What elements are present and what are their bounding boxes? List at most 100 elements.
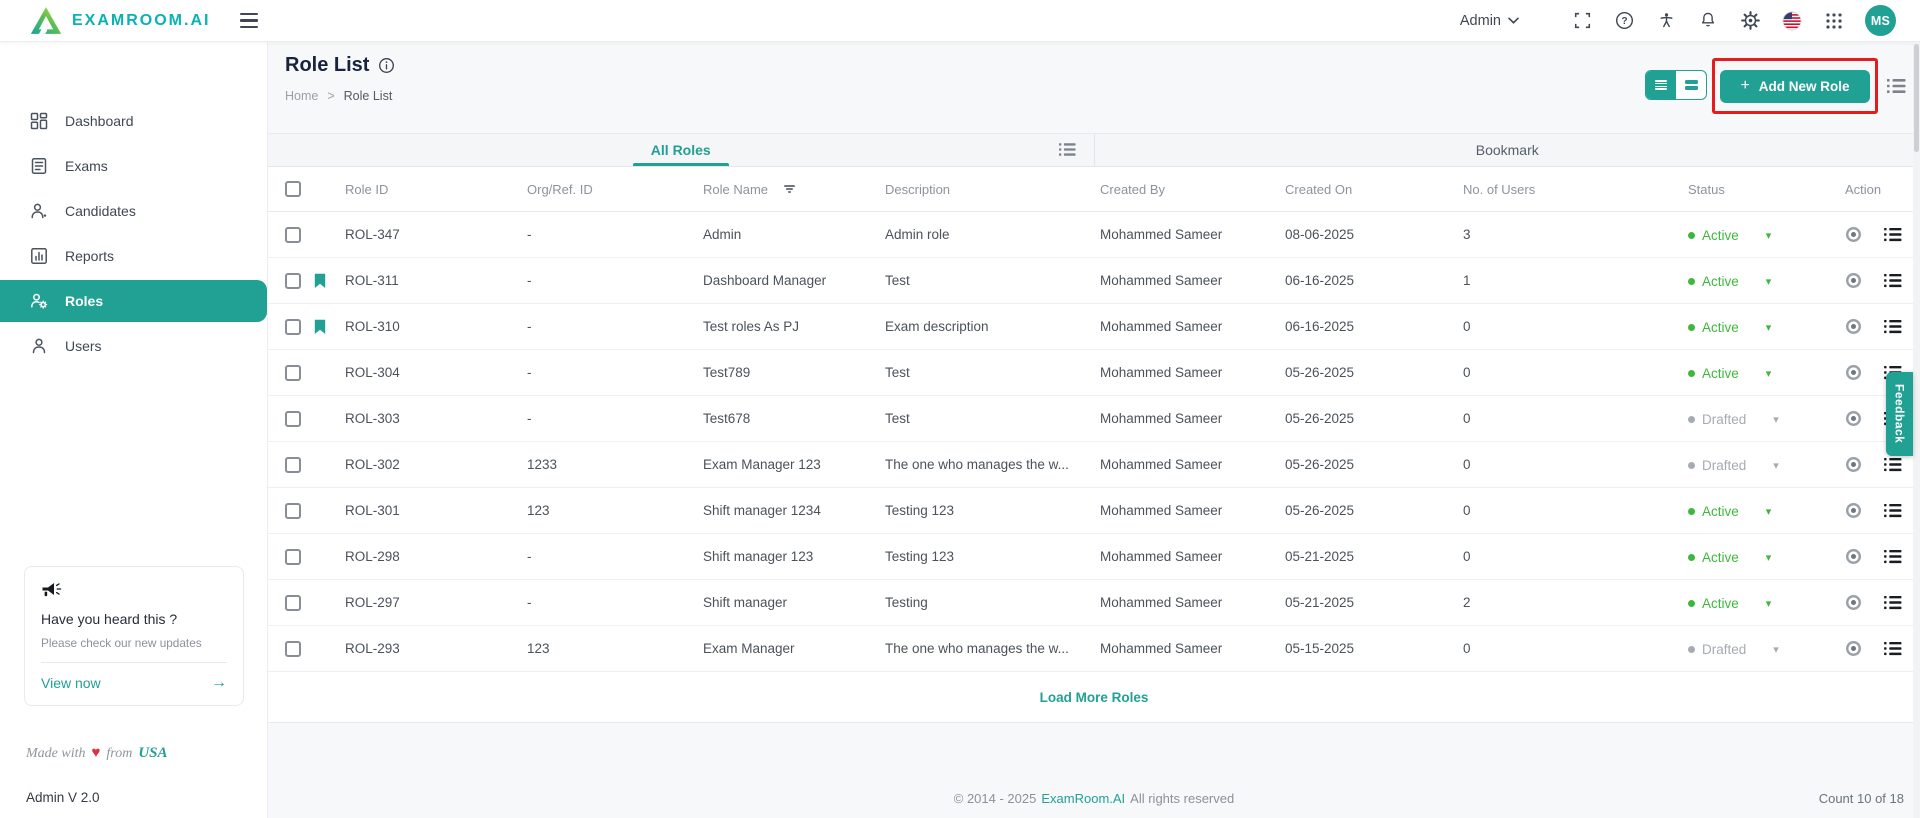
plus-icon: + — [1740, 77, 1750, 94]
row-checkbox[interactable] — [285, 226, 301, 243]
view-icon[interactable] — [1845, 548, 1862, 565]
breadcrumb-home[interactable]: Home — [285, 89, 318, 103]
bell-icon[interactable] — [1697, 10, 1719, 32]
avatar[interactable]: MS — [1865, 5, 1896, 36]
row-menu-icon[interactable] — [1884, 595, 1902, 610]
bookmark-icon — [313, 319, 345, 335]
cell-description: Admin role — [885, 227, 950, 242]
view-now-link[interactable]: View now — [41, 675, 101, 691]
status-dropdown-arrow[interactable]: ▾ — [1773, 459, 1779, 472]
accessibility-icon[interactable] — [1655, 10, 1677, 32]
cell-users: 0 — [1463, 457, 1471, 472]
row-checkbox[interactable] — [285, 594, 301, 611]
status-badge[interactable]: Active ▾ — [1688, 274, 1771, 289]
column-settings-icon[interactable] — [1887, 78, 1906, 94]
view-icon[interactable] — [1845, 364, 1862, 381]
info-icon[interactable] — [378, 57, 395, 74]
status-badge[interactable]: Active ▾ — [1688, 320, 1771, 335]
sidebar-item-candidates[interactable]: Candidates — [0, 190, 267, 232]
row-menu-icon[interactable] — [1884, 319, 1902, 334]
row-checkbox[interactable] — [285, 640, 301, 657]
updates-subtitle: Please check our new updates — [41, 636, 227, 663]
scrollbar-thumb[interactable] — [1914, 44, 1919, 152]
status-badge[interactable]: Drafted ▾ — [1688, 642, 1779, 657]
view-icon[interactable] — [1845, 502, 1862, 519]
row-menu-icon[interactable] — [1884, 457, 1902, 472]
cell-role-id: ROL-298 — [345, 549, 400, 564]
cell-org-ref: - — [527, 595, 532, 610]
row-menu-icon[interactable] — [1884, 503, 1902, 518]
add-new-role-button[interactable]: + Add New Role — [1720, 69, 1870, 103]
admin-dropdown[interactable]: Admin — [1460, 13, 1519, 29]
feedback-tab[interactable]: Feedback — [1886, 372, 1913, 456]
admin-label: Admin — [1459, 12, 1501, 29]
fullscreen-icon[interactable] — [1571, 10, 1593, 32]
status-dropdown-arrow[interactable]: ▾ — [1773, 643, 1779, 656]
view-icon[interactable] — [1845, 318, 1862, 335]
row-checkbox[interactable] — [285, 364, 301, 381]
tab-all-roles[interactable]: All Roles — [268, 134, 1094, 166]
view-icon[interactable] — [1845, 594, 1862, 611]
status-dropdown-arrow[interactable]: ▾ — [1766, 321, 1772, 334]
view-icon[interactable] — [1845, 640, 1862, 657]
row-menu-icon[interactable] — [1884, 227, 1902, 242]
chevron-down-icon — [1508, 17, 1519, 24]
arrow-right-icon[interactable]: → — [211, 674, 227, 692]
view-icon[interactable] — [1845, 272, 1862, 289]
row-menu-icon[interactable] — [1884, 549, 1902, 564]
status-dropdown-arrow[interactable]: ▾ — [1766, 229, 1772, 242]
menu-hamburger-icon[interactable] — [240, 12, 259, 29]
help-icon[interactable]: ? — [1613, 10, 1635, 32]
load-more-link[interactable]: Load More Roles — [1040, 690, 1149, 705]
status-dropdown-arrow[interactable]: ▾ — [1766, 275, 1772, 288]
status-dropdown-arrow[interactable]: ▾ — [1766, 367, 1772, 380]
status-dropdown-arrow[interactable]: ▾ — [1766, 505, 1772, 518]
row-checkbox[interactable] — [285, 456, 301, 473]
row-checkbox[interactable] — [285, 318, 301, 335]
tab-bar: All Roles Bookmark — [268, 134, 1920, 167]
sidebar-item-label: Reports — [65, 248, 115, 264]
sidebar-item-exams[interactable]: Exams — [0, 145, 267, 187]
status-badge[interactable]: Drafted ▾ — [1688, 412, 1779, 427]
sidebar-item-dashboard[interactable]: Dashboard — [0, 100, 267, 142]
select-all-checkbox[interactable] — [285, 181, 301, 197]
status-dropdown-arrow[interactable]: ▾ — [1773, 413, 1779, 426]
view-icon[interactable] — [1845, 456, 1862, 473]
gear-icon[interactable] — [1739, 10, 1761, 32]
country-label: USA — [138, 745, 168, 761]
list-view-button[interactable] — [1646, 71, 1676, 99]
cell-description: Testing — [885, 595, 928, 610]
examroom-logo[interactable]: EXAMROOM.AI — [30, 6, 210, 35]
filter-icon[interactable] — [784, 183, 796, 194]
row-checkbox[interactable] — [285, 272, 301, 289]
sidebar-item-reports[interactable]: Reports — [0, 235, 267, 277]
us-flag-icon[interactable] — [1781, 10, 1803, 32]
row-checkbox[interactable] — [285, 548, 301, 565]
sidebar-item-roles[interactable]: Roles — [0, 280, 267, 322]
status-badge[interactable]: Active ▾ — [1688, 504, 1771, 519]
status-dropdown-arrow[interactable]: ▾ — [1766, 551, 1772, 564]
status-badge[interactable]: Active ▾ — [1688, 228, 1771, 243]
logo-triangle-icon — [30, 6, 62, 35]
sidebar-item-users[interactable]: Users — [0, 325, 267, 367]
view-icon[interactable] — [1845, 226, 1862, 243]
table-body: ROL-347 - Admin Admin role Mohammed Same… — [268, 212, 1920, 672]
cell-role-name: Admin — [703, 227, 742, 242]
footer-brand-link[interactable]: ExamRoom.AI — [1041, 791, 1125, 806]
row-checkbox[interactable] — [285, 410, 301, 427]
status-badge[interactable]: Drafted ▾ — [1688, 458, 1779, 473]
tab-bookmark[interactable]: Bookmark — [1093, 134, 1920, 166]
view-icon[interactable] — [1845, 410, 1862, 427]
row-menu-icon[interactable] — [1884, 273, 1902, 288]
row-checkbox[interactable] — [285, 502, 301, 519]
breadcrumb: Home > Role List — [285, 89, 392, 103]
tab-list-icon[interactable] — [1058, 142, 1076, 157]
status-dropdown-arrow[interactable]: ▾ — [1766, 597, 1772, 610]
apps-grid-icon[interactable] — [1823, 10, 1845, 32]
status-badge[interactable]: Active ▾ — [1688, 366, 1771, 381]
cell-users: 0 — [1463, 365, 1471, 380]
status-badge[interactable]: Active ▾ — [1688, 550, 1771, 565]
row-menu-icon[interactable] — [1884, 641, 1902, 656]
card-view-button[interactable] — [1676, 71, 1706, 99]
status-badge[interactable]: Active ▾ — [1688, 596, 1771, 611]
